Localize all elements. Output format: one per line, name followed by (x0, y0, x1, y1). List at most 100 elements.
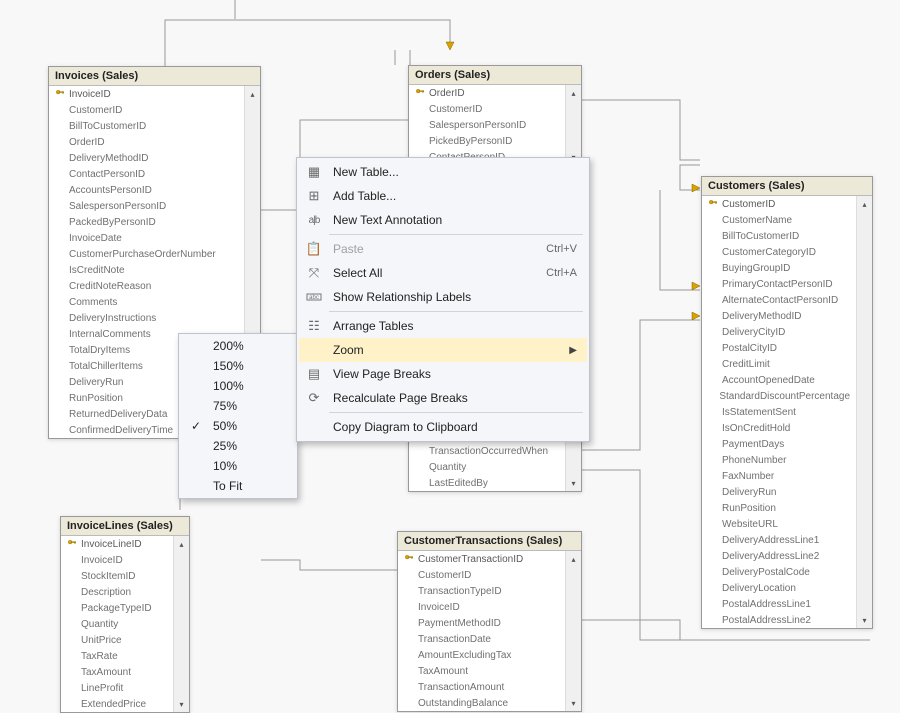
zoom-option-100[interactable]: 100% (181, 376, 295, 396)
column[interactable]: CustomerName (702, 212, 856, 228)
column[interactable]: Quantity (61, 616, 173, 632)
scroll-up-icon[interactable]: ▴ (174, 536, 189, 552)
column[interactable]: FaxNumber (702, 468, 856, 484)
column[interactable]: AccountsPersonID (49, 182, 244, 198)
column[interactable]: BillToCustomerID (702, 228, 856, 244)
scroll-up-icon[interactable]: ▴ (857, 196, 872, 212)
menu-item-new-table[interactable]: ▦New Table... (299, 160, 587, 184)
column[interactable]: TaxAmount (61, 664, 173, 680)
scroll-track[interactable] (566, 567, 581, 695)
column[interactable]: DeliveryAddressLine1 (702, 532, 856, 548)
scroll-up-icon[interactable]: ▴ (245, 86, 260, 102)
scroll-up-icon[interactable]: ▴ (566, 551, 581, 567)
column[interactable]: IsOnCreditHold (702, 420, 856, 436)
column[interactable]: IsStatementSent (702, 404, 856, 420)
column[interactable]: ExtendedPrice (61, 696, 173, 712)
column[interactable]: DeliveryMethodID (702, 308, 856, 324)
zoom-option-10[interactable]: 10% (181, 456, 295, 476)
zoom-option-50[interactable]: ✓50% (181, 416, 295, 436)
column[interactable]: TaxRate (61, 648, 173, 664)
column[interactable]: CustomerID (409, 101, 565, 117)
column[interactable]: DeliveryPostalCode (702, 564, 856, 580)
scroll-track[interactable] (857, 212, 872, 612)
column[interactable]: CustomerID (398, 567, 565, 583)
column[interactable]: OrderID (409, 85, 565, 101)
column[interactable]: UnitPrice (61, 632, 173, 648)
column[interactable]: PaymentMethodID (398, 615, 565, 631)
zoom-option-to-fit[interactable]: To Fit (181, 476, 295, 496)
scrollbar[interactable]: ▴ ▾ (856, 196, 872, 628)
column[interactable]: CustomerID (702, 196, 856, 212)
column[interactable]: RunPosition (702, 500, 856, 516)
column[interactable]: CustomerCategoryID (702, 244, 856, 260)
scrollbar[interactable]: ▴ ▾ (565, 85, 581, 165)
column[interactable]: PackageTypeID (61, 600, 173, 616)
column[interactable]: WebsiteURL (702, 516, 856, 532)
menu-item-zoom[interactable]: Zoom▶ (299, 338, 587, 362)
column[interactable]: Quantity (409, 459, 565, 475)
column[interactable]: PrimaryContactPersonID (702, 276, 856, 292)
scroll-track[interactable] (174, 552, 189, 696)
column[interactable]: DeliveryAddressLine2 (702, 548, 856, 564)
column[interactable]: StandardDiscountPercentage (702, 388, 856, 404)
menu-item-show-relationship-labels[interactable]: abcShow Relationship Labels (299, 285, 587, 309)
column[interactable]: CustomerPurchaseOrderNumber (49, 246, 244, 262)
column[interactable]: InvoiceDate (49, 230, 244, 246)
menu-item-recalculate-page-breaks[interactable]: ⟳Recalculate Page Breaks (299, 386, 587, 410)
column[interactable]: TransactionTypeID (398, 583, 565, 599)
column[interactable]: OutstandingBalance (398, 695, 565, 711)
column[interactable]: OrderID (49, 134, 244, 150)
scroll-up-icon[interactable]: ▴ (566, 85, 581, 101)
column[interactable]: PhoneNumber (702, 452, 856, 468)
zoom-submenu[interactable]: 200%150%100%75%✓50%25%10%To Fit (178, 333, 298, 499)
column[interactable]: SalespersonPersonID (409, 117, 565, 133)
zoom-option-25[interactable]: 25% (181, 436, 295, 456)
column[interactable]: CustomerID (49, 102, 244, 118)
scrollbar[interactable]: ▴ ▾ (565, 551, 581, 711)
column[interactable]: PostalCityID (702, 340, 856, 356)
menu-item-select-all[interactable]: ⤧Select AllCtrl+A (299, 261, 587, 285)
column[interactable]: Description (61, 584, 173, 600)
context-menu[interactable]: ▦New Table...⊞Add Table...a|bNew Text An… (296, 157, 590, 442)
column[interactable]: PickedByPersonID (409, 133, 565, 149)
column[interactable]: AlternateContactPersonID (702, 292, 856, 308)
column[interactable]: CustomerTransactionID (398, 551, 565, 567)
column[interactable]: PostalAddressLine1 (702, 596, 856, 612)
column[interactable]: DeliveryCityID (702, 324, 856, 340)
column[interactable]: DeliveryMethodID (49, 150, 244, 166)
column[interactable]: ContactPersonID (49, 166, 244, 182)
column[interactable]: InvoiceID (61, 552, 173, 568)
zoom-option-75[interactable]: 75% (181, 396, 295, 416)
column[interactable]: PostalAddressLine2 (702, 612, 856, 628)
column[interactable]: DeliveryRun (702, 484, 856, 500)
zoom-option-200[interactable]: 200% (181, 336, 295, 356)
column[interactable]: InvoiceLineID (61, 536, 173, 552)
column[interactable]: TransactionOccurredWhen (409, 443, 565, 459)
column[interactable]: TaxAmount (398, 663, 565, 679)
zoom-option-150[interactable]: 150% (181, 356, 295, 376)
scroll-down-icon[interactable]: ▾ (857, 612, 872, 628)
scroll-down-icon[interactable]: ▾ (566, 475, 581, 491)
column[interactable]: BuyingGroupID (702, 260, 856, 276)
table-orders[interactable]: Orders (Sales) OrderIDCustomerIDSalesper… (408, 65, 582, 166)
column[interactable]: IsCreditNote (49, 262, 244, 278)
column[interactable]: DeliveryLocation (702, 580, 856, 596)
menu-item-add-table[interactable]: ⊞Add Table... (299, 184, 587, 208)
column[interactable]: InvoiceID (398, 599, 565, 615)
column[interactable]: DeliveryInstructions (49, 310, 244, 326)
column[interactable]: PaymentDays (702, 436, 856, 452)
menu-item-new-text-annotation[interactable]: a|bNew Text Annotation (299, 208, 587, 232)
column[interactable]: TransactionDate (398, 631, 565, 647)
scroll-track[interactable] (566, 101, 581, 149)
diagram-canvas[interactable]: Invoices (Sales) InvoiceIDCustomerIDBill… (0, 0, 900, 711)
column[interactable]: InvoiceID (49, 86, 244, 102)
column[interactable]: StockItemID (61, 568, 173, 584)
column[interactable]: AmountExcludingTax (398, 647, 565, 663)
column[interactable]: AccountOpenedDate (702, 372, 856, 388)
scrollbar[interactable]: ▴ ▾ (173, 536, 189, 712)
column[interactable]: Comments (49, 294, 244, 310)
menu-item-copy-diagram-to-clipboard[interactable]: Copy Diagram to Clipboard (299, 415, 587, 439)
column[interactable]: CreditNoteReason (49, 278, 244, 294)
menu-item-view-page-breaks[interactable]: ▤View Page Breaks (299, 362, 587, 386)
column[interactable]: PackedByPersonID (49, 214, 244, 230)
